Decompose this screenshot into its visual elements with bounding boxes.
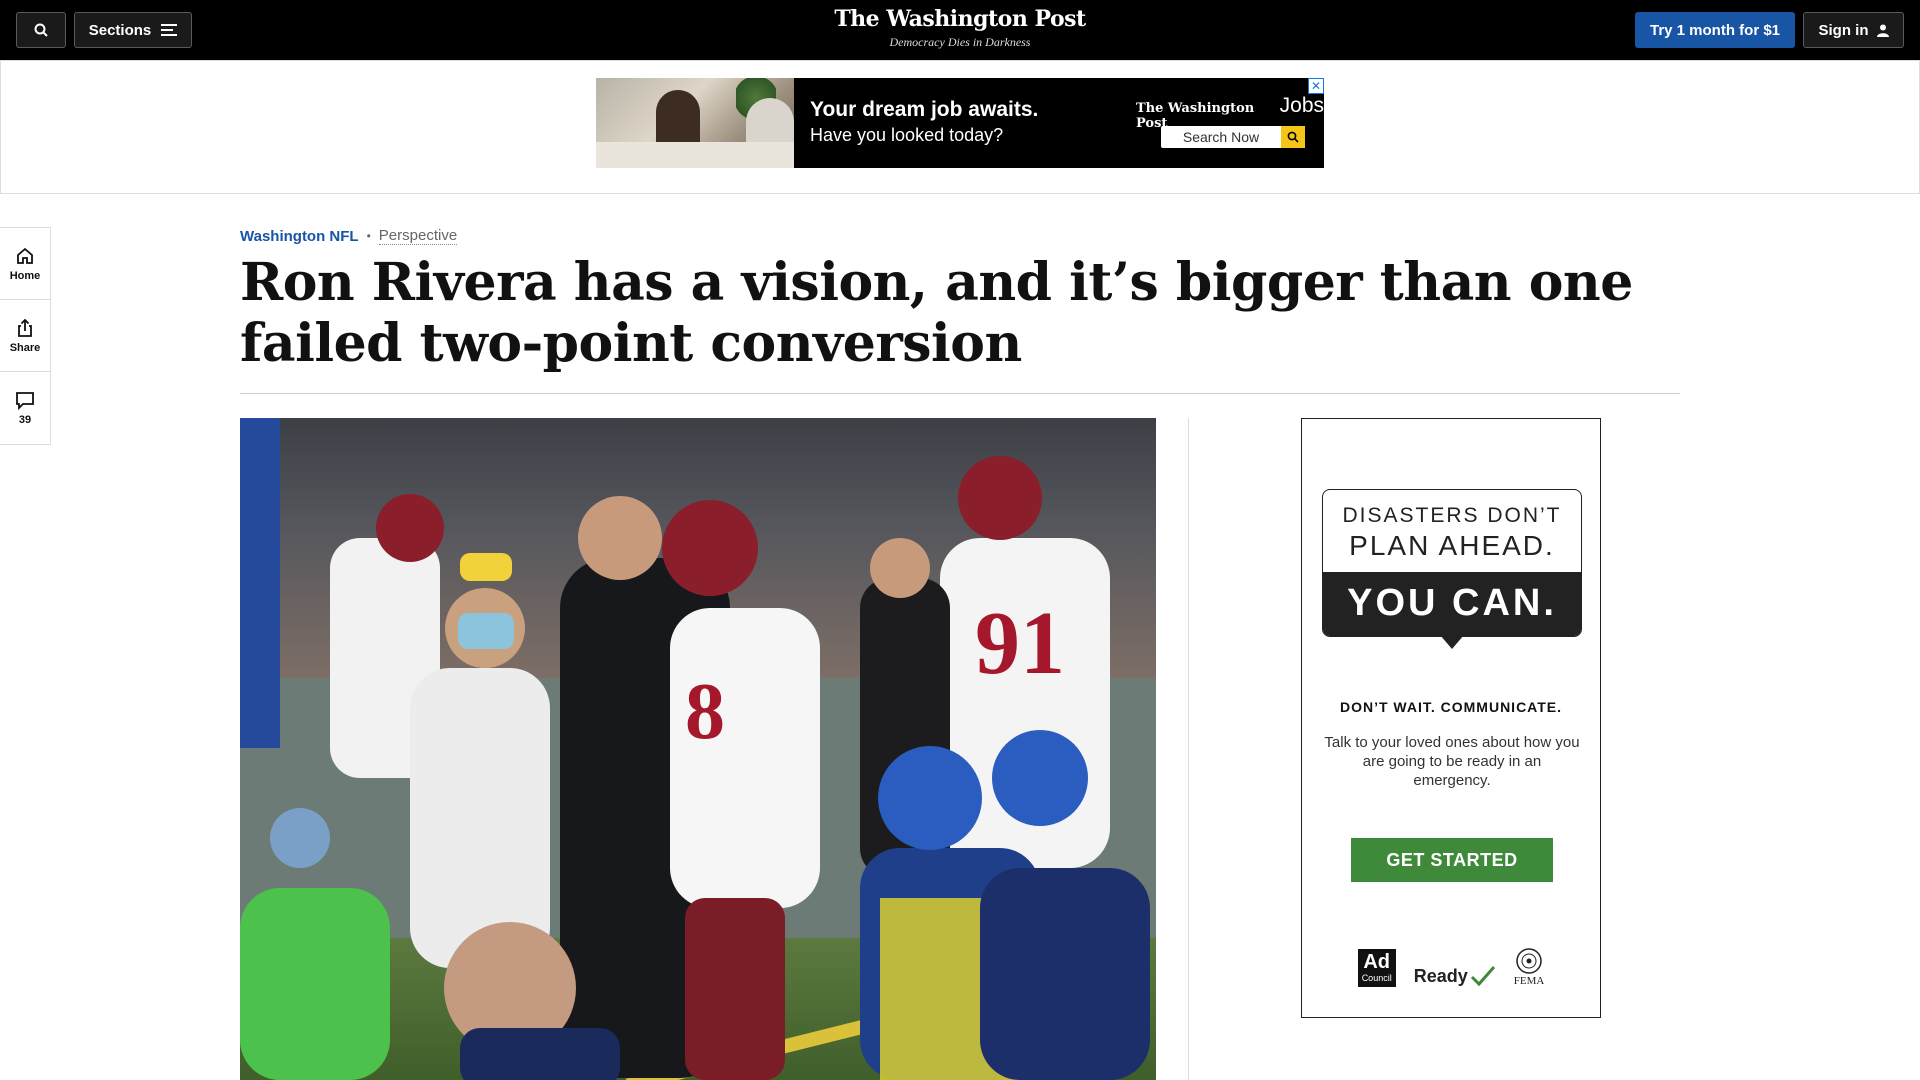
jobs-ad-photo xyxy=(596,78,794,168)
lead-photo[interactable]: 91 8 xyxy=(240,418,1156,1080)
jobs-ad-banner[interactable]: Your dream job awaits. Have you looked t… xyxy=(596,78,1324,168)
sign-in-button[interactable]: Sign in xyxy=(1803,12,1904,48)
desk-shape xyxy=(596,142,794,168)
user-icon xyxy=(1876,24,1889,37)
jobs-ad-search-button[interactable] xyxy=(1281,126,1305,148)
jobs-ad-headline: Your dream job awaits. xyxy=(810,98,1039,121)
share-rail-label: Share xyxy=(9,341,41,354)
psa-bubble-tail xyxy=(1440,635,1464,649)
psa-ad[interactable]: DISASTERS DON’T PLAN AHEAD. YOU CAN. DON… xyxy=(1301,418,1601,1018)
subscribe-button[interactable]: Try 1 month for $1 xyxy=(1635,12,1795,48)
search-icon xyxy=(1287,131,1299,143)
site-logo: The Washington Post xyxy=(834,6,1086,32)
column-divider xyxy=(1188,418,1189,1080)
psa-speech-bubble: DISASTERS DON’T PLAN AHEAD. YOU CAN. xyxy=(1322,489,1582,637)
comments-rail-button[interactable]: 39 xyxy=(0,372,50,444)
ad-council-logo: Ad Council xyxy=(1357,949,1396,987)
perspective-label[interactable]: Perspective xyxy=(378,227,458,245)
site-tagline: Democracy Dies in Darkness xyxy=(889,35,1031,49)
jobs-ad-subline: Have you looked today? xyxy=(810,125,1004,145)
home-icon xyxy=(17,247,33,264)
ready-logo-text: Ready xyxy=(1413,966,1468,986)
jobs-ad-search-label: Search Now xyxy=(1182,129,1260,145)
comment-count: 39 xyxy=(18,414,32,426)
ad-close-icon[interactable]: ✕ xyxy=(1308,78,1324,94)
psa-line-1: DISASTERS DON’T xyxy=(1342,504,1562,527)
sections-label: Sections xyxy=(88,21,152,39)
psa-line-3: YOU CAN. xyxy=(1347,582,1557,624)
article-headline: Ron Rivera has a vision, and it’s bigger… xyxy=(240,252,1633,374)
psa-logo-row: Ad Council Ready FEMA xyxy=(1302,947,1600,987)
ad-council-logo-bottom: Council xyxy=(1361,973,1392,983)
share-rail-button[interactable]: Share xyxy=(0,300,50,372)
masthead-logo[interactable]: The Washington Post Democracy Dies in Da… xyxy=(810,6,1110,50)
psa-get-started-button[interactable]: GET STARTED xyxy=(1351,838,1553,882)
ad-council-logo-top: Ad xyxy=(1363,951,1391,973)
jobs-ad-brand-suffix: Jobs xyxy=(1279,94,1324,117)
menu-icon xyxy=(161,24,178,36)
headline-divider xyxy=(240,393,1680,394)
fema-logo-text: FEMA xyxy=(1513,975,1545,987)
photo-figures: 91 8 xyxy=(240,456,1150,1080)
psa-wait-line: DON’T WAIT. COMMUNICATE. xyxy=(1339,699,1563,715)
person-shape xyxy=(656,90,700,150)
kicker-separator: • xyxy=(366,229,371,243)
psa-line-2: PLAN AHEAD. xyxy=(1349,530,1555,561)
fema-logo: FEMA xyxy=(1513,947,1545,987)
home-rail-label: Home xyxy=(9,269,41,282)
svg-text:8: 8 xyxy=(685,668,725,756)
ready-logo: Ready xyxy=(1414,965,1496,987)
top-navigation-bar: Sections The Washington Post Democracy D… xyxy=(0,0,1920,60)
jobs-ad-search[interactable]: Search Now xyxy=(1161,126,1305,148)
search-icon xyxy=(34,23,48,37)
svg-text:91: 91 xyxy=(975,594,1065,693)
checkmark-icon xyxy=(1470,966,1495,987)
article-kicker: Washington NFL • Perspective xyxy=(240,227,458,245)
sign-in-label: Sign in xyxy=(1818,21,1869,39)
share-icon xyxy=(18,318,32,337)
home-rail-button[interactable]: Home xyxy=(0,228,50,300)
psa-highlight-band: YOU CAN. xyxy=(1323,572,1581,636)
search-button[interactable] xyxy=(16,12,66,48)
comment-icon xyxy=(16,392,34,410)
article-action-rail: Home Share 39 xyxy=(0,227,51,445)
section-link[interactable]: Washington NFL xyxy=(240,228,359,245)
psa-body-text: Talk to your loved ones about how you ar… xyxy=(1324,734,1580,789)
sections-button[interactable]: Sections xyxy=(74,12,192,48)
fema-seal-icon xyxy=(1516,948,1542,974)
